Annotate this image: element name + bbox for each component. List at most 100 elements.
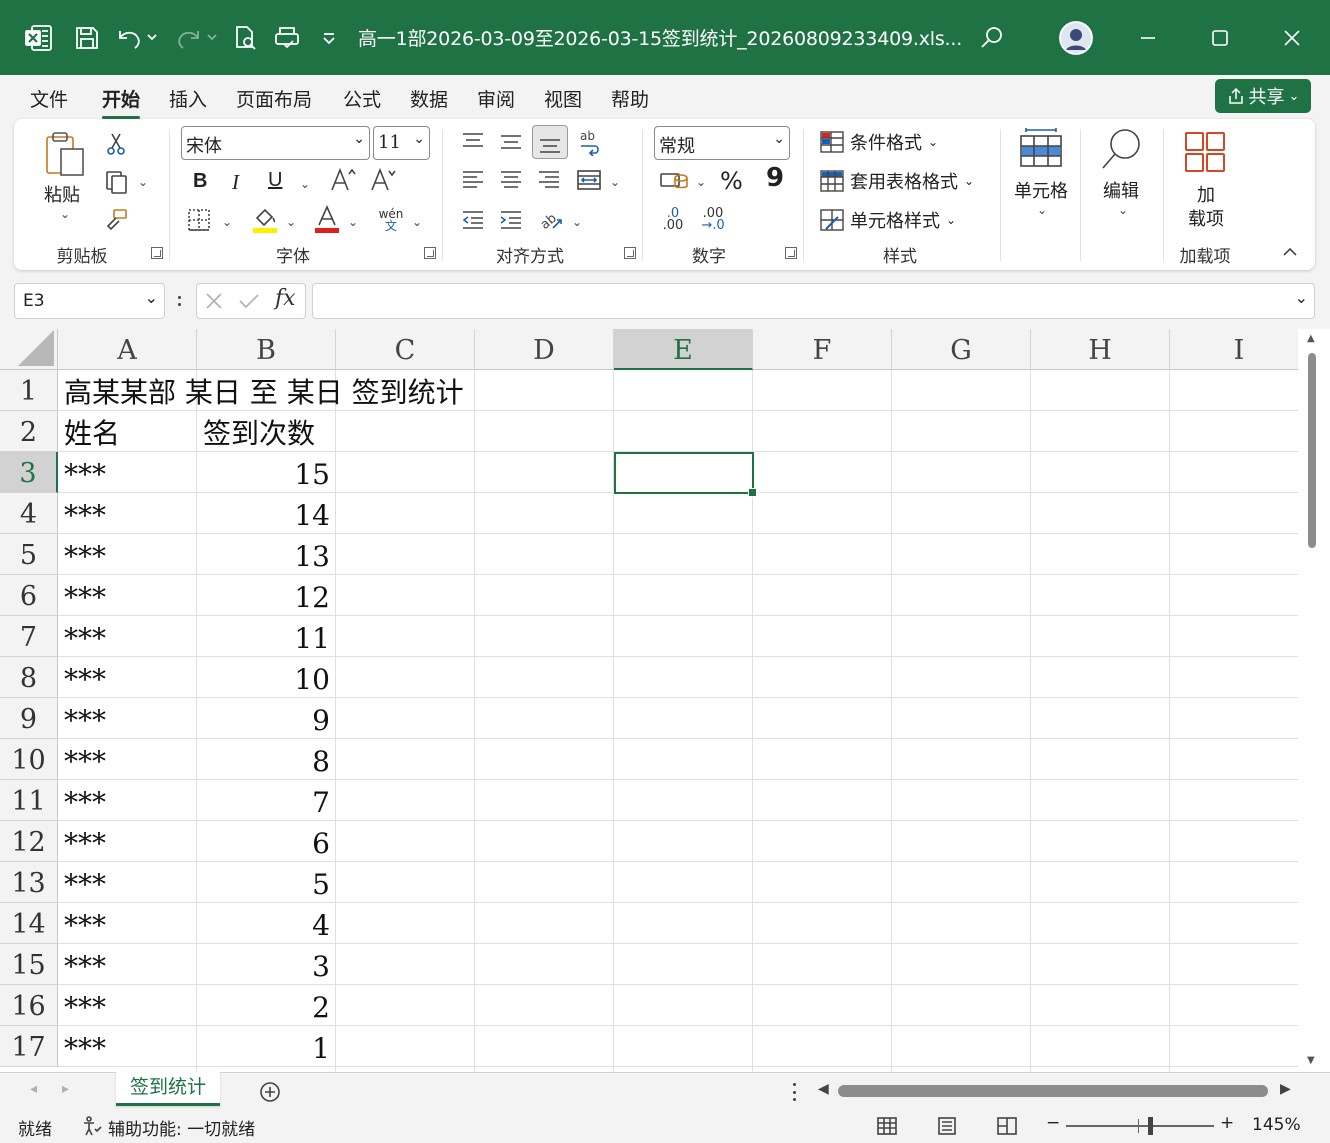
cut-icon[interactable] [104,131,128,157]
cell-count[interactable]: 10 [197,659,330,701]
tab-view[interactable]: 视图 [544,85,582,112]
align-left-icon[interactable] [458,167,488,193]
vertical-scroll-thumb[interactable] [1308,353,1316,548]
sheet-tab-checkin[interactable]: 签到统计 [116,1072,220,1106]
cell-name[interactable]: *** [64,577,106,619]
redo-icon[interactable] [172,20,220,56]
zoom-out-button[interactable]: − [1046,1113,1060,1133]
bold-button[interactable]: B [193,170,207,193]
zoom-level[interactable]: 145% [1252,1115,1301,1135]
close-button[interactable] [1272,20,1312,56]
cell-name[interactable]: *** [64,454,106,496]
editing-chevron-icon[interactable]: ⌄ [1118,203,1128,217]
scroll-right-icon[interactable]: ▶ [1280,1081,1291,1097]
column-header-b[interactable]: B [197,329,336,370]
cell-name[interactable]: *** [64,782,106,824]
cell-name[interactable]: *** [64,700,106,742]
row-header-1[interactable]: 1 [0,370,58,411]
tab-review[interactable]: 审阅 [477,85,515,112]
tab-file[interactable]: 文件 [30,85,68,112]
borders-icon[interactable] [184,205,214,235]
orientation-icon[interactable]: ab [536,205,566,235]
zoom-slider-thumb[interactable] [1148,1117,1153,1135]
clipboard-launcher-icon[interactable] [151,247,163,259]
fill-color-chevron-icon[interactable]: ⌄ [286,215,296,229]
quick-print-icon[interactable] [272,20,302,56]
cell-count[interactable]: 14 [197,495,330,537]
align-bottom-icon[interactable] [532,125,568,159]
row-header-2[interactable]: 2 [0,411,58,452]
cell-name[interactable]: *** [64,1028,106,1070]
comma-style-button[interactable]: 9 [766,163,784,193]
cell-name[interactable]: *** [64,495,106,537]
cells-chevron-icon[interactable]: ⌄ [1037,203,1047,217]
vertical-scrollbar[interactable]: ▲ ▼ [1298,329,1330,1072]
cell-name[interactable]: *** [64,741,106,783]
accounting-chevron-icon[interactable]: ⌄ [696,175,706,189]
copy-icon[interactable] [102,169,132,195]
row-header-4[interactable]: 4 [0,493,58,534]
cell-name[interactable]: *** [64,987,106,1029]
zoom-in-button[interactable]: + [1220,1113,1234,1133]
cell-count[interactable]: 2 [197,987,330,1029]
column-header-c[interactable]: C [336,329,475,370]
worksheet-grid[interactable]: ABCDEFGHI 1 2 3 4 5 6 7 8 9 10 11 12 13 14 15 16 17 高某某部… [0,329,1298,1072]
borders-chevron-icon[interactable]: ⌄ [222,215,232,229]
paste-icon[interactable] [42,131,88,179]
name-box[interactable]: E3 ⌄ [14,283,165,319]
align-middle-icon[interactable] [496,129,526,155]
column-header-i[interactable]: I [1170,329,1298,370]
decrease-indent-icon[interactable] [458,207,488,233]
cell-count[interactable]: 15 [197,454,330,496]
enter-icon[interactable] [237,290,261,312]
row-header-7[interactable]: 7 [0,616,58,657]
cell-name[interactable]: *** [64,905,106,947]
row-header-3[interactable]: 3 [0,452,58,493]
format-as-table-button[interactable]: 套用表格格式 ⌄ [820,168,974,194]
cells-icon[interactable] [1016,125,1066,171]
cell-count[interactable]: 6 [197,823,330,865]
collapse-ribbon-icon[interactable] [1280,243,1300,259]
row-header-13[interactable]: 13 [0,862,58,903]
page-layout-view-icon[interactable] [934,1113,960,1139]
save-icon[interactable] [72,20,102,56]
column-header-h[interactable]: H [1031,329,1170,370]
cell-name[interactable]: *** [64,946,106,988]
number-launcher-icon[interactable] [785,247,797,259]
percent-style-button[interactable]: % [720,167,743,195]
select-all-button[interactable] [0,329,58,370]
paste-chevron-icon[interactable]: ⌄ [60,207,70,221]
cell-count[interactable]: 9 [197,700,330,742]
add-ins-label-line2[interactable]: 载项 [1188,205,1224,231]
row-header-10[interactable]: 10 [0,739,58,780]
alignment-launcher-icon[interactable] [624,247,636,259]
cell-name[interactable]: *** [64,659,106,701]
column-header-f[interactable]: F [753,329,892,370]
font-name-select[interactable]: 宋体 ⌄ [181,126,370,160]
horizontal-scroll-thumb[interactable] [838,1085,1268,1097]
underline-chevron-icon[interactable]: ⌄ [300,177,310,191]
decrease-font-size-icon[interactable] [368,165,398,195]
formula-bar-grip-icon[interactable] [174,290,184,312]
avatar[interactable] [1056,20,1096,56]
cell-b2-header-count[interactable]: 签到次数 [203,413,315,455]
italic-button[interactable]: I [232,170,239,195]
align-center-icon[interactable] [496,167,526,193]
cell-a1-title[interactable]: 高某某部 某日 至 某日 签到统计 [64,372,464,414]
row-header-17[interactable]: 17 [0,1026,58,1067]
cancel-icon[interactable] [203,290,225,312]
normal-view-icon[interactable] [874,1113,900,1139]
increase-font-size-icon[interactable] [328,165,358,195]
cell-count[interactable]: 8 [197,741,330,783]
row-header-9[interactable]: 9 [0,698,58,739]
underline-button[interactable]: U [268,169,282,192]
tab-help[interactable]: 帮助 [611,85,649,112]
cell-a2-header-name[interactable]: 姓名 [64,413,120,455]
phonetic-chevron-icon[interactable]: ⌄ [412,215,422,229]
cell-count[interactable]: 7 [197,782,330,824]
phonetic-guide-icon[interactable]: wén 文 [374,205,408,235]
expand-formula-bar-icon[interactable]: ⌄ [1295,288,1308,307]
tab-insert[interactable]: 插入 [169,85,207,112]
horizontal-scrollbar[interactable]: ◀ ▶ [818,1081,1298,1101]
active-cell-e3[interactable] [614,452,757,497]
